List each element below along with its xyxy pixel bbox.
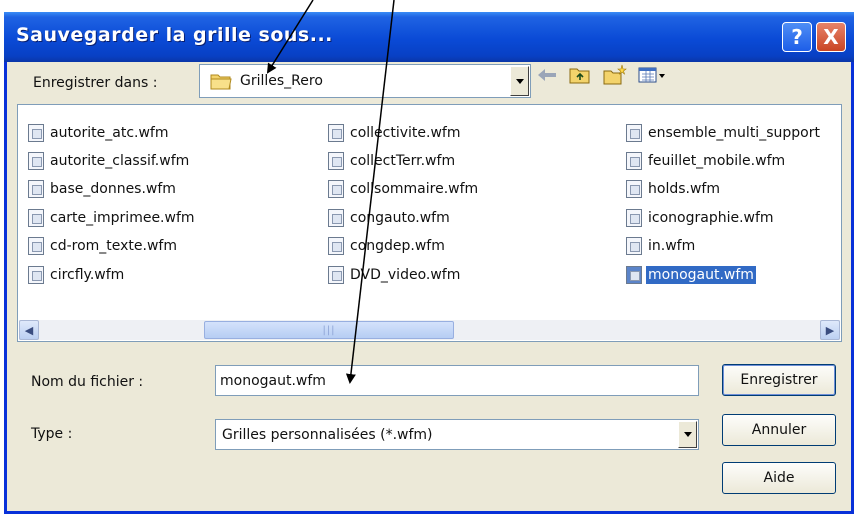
help-button[interactable]: Aide	[722, 462, 836, 494]
cancel-button[interactable]: Annuler	[722, 414, 836, 446]
scroll-left-button[interactable]: ◀	[19, 320, 39, 340]
file-icon	[28, 209, 44, 227]
filename-value: monogaut.wfm	[220, 372, 326, 389]
horizontal-scrollbar[interactable]: ◀ ||| ▶	[19, 320, 840, 340]
grip-icon: |||	[322, 324, 336, 336]
file-icon	[626, 209, 642, 227]
save-in-dropdown-button[interactable]	[510, 66, 529, 96]
filename-label: Nom du fichier :	[31, 374, 144, 390]
up-folder-icon[interactable]	[568, 64, 592, 86]
file-icon	[28, 124, 44, 142]
file-item[interactable]: autorite_atc.wfm	[28, 122, 171, 144]
view-menu-icon[interactable]	[637, 64, 669, 86]
scroll-thumb[interactable]: |||	[204, 321, 454, 339]
filetype-label: Type :	[31, 426, 73, 442]
file-item[interactable]: cd-rom_texte.wfm	[28, 235, 179, 257]
close-button[interactable]: X	[816, 22, 846, 52]
file-icon	[28, 237, 44, 255]
file-icon	[328, 180, 344, 198]
file-item[interactable]: feuillet_mobile.wfm	[626, 150, 787, 172]
file-icon	[28, 152, 44, 170]
back-arrow-icon[interactable]	[535, 64, 559, 86]
chevron-left-icon: ◀	[24, 323, 34, 337]
filetype-dropdown[interactable]: Grilles personnalisées (*.wfm)	[215, 419, 699, 450]
filename-input[interactable]: monogaut.wfm	[215, 365, 699, 396]
chevron-right-icon: ▶	[825, 323, 835, 337]
title-bar[interactable]: Sauvegarder la grille sous... ? X	[4, 12, 854, 62]
file-icon	[328, 124, 344, 142]
file-icon	[328, 266, 344, 284]
file-item[interactable]: congauto.wfm	[328, 207, 452, 229]
save-in-folder-name: Grilles_Rero	[240, 73, 323, 89]
file-item[interactable]: congdep.wfm	[328, 235, 447, 257]
scroll-right-button[interactable]: ▶	[820, 320, 840, 340]
save-in-label: Enregistrer dans :	[33, 75, 158, 91]
file-icon	[626, 152, 642, 170]
filetype-dropdown-button[interactable]	[678, 421, 697, 448]
folder-icon	[210, 74, 232, 90]
close-icon: X	[823, 25, 839, 49]
file-item[interactable]: base_donnes.wfm	[28, 178, 178, 200]
file-item[interactable]: collectTerr.wfm	[328, 150, 457, 172]
filetype-value: Grilles personnalisées (*.wfm)	[222, 426, 433, 443]
file-item-selected[interactable]: monogaut.wfm	[626, 264, 756, 286]
file-item[interactable]: carte_imprimee.wfm	[28, 207, 197, 229]
file-icon	[28, 180, 44, 198]
file-item[interactable]: collsommaire.wfm	[328, 178, 480, 200]
file-icon	[328, 209, 344, 227]
dialog-title: Sauvegarder la grille sous...	[16, 24, 333, 46]
file-icon	[626, 180, 642, 198]
file-list[interactable]: autorite_atc.wfm autorite_classif.wfm ba…	[17, 104, 842, 342]
file-item[interactable]: iconographie.wfm	[626, 207, 776, 229]
file-item[interactable]: DVD_video.wfm	[328, 264, 462, 286]
new-folder-icon[interactable]	[603, 64, 627, 86]
file-icon	[28, 266, 44, 284]
file-icon	[626, 237, 642, 255]
file-item[interactable]: holds.wfm	[626, 178, 722, 200]
help-icon: ?	[791, 25, 803, 49]
file-item[interactable]: in.wfm	[626, 235, 697, 257]
file-item[interactable]: circfly.wfm	[28, 264, 126, 286]
file-icon	[328, 152, 344, 170]
file-item[interactable]: collectivite.wfm	[328, 122, 462, 144]
chevron-down-icon	[683, 432, 692, 437]
file-item[interactable]: autorite_classif.wfm	[28, 150, 191, 172]
save-in-dropdown[interactable]: Grilles_Rero	[199, 64, 531, 98]
file-icon	[626, 124, 642, 142]
save-button[interactable]: Enregistrer	[722, 364, 836, 396]
file-icon	[626, 266, 642, 284]
file-item[interactable]: ensemble_multi_support	[626, 122, 822, 144]
file-icon	[328, 237, 344, 255]
chevron-down-icon	[515, 78, 524, 84]
help-title-button[interactable]: ?	[782, 22, 812, 52]
